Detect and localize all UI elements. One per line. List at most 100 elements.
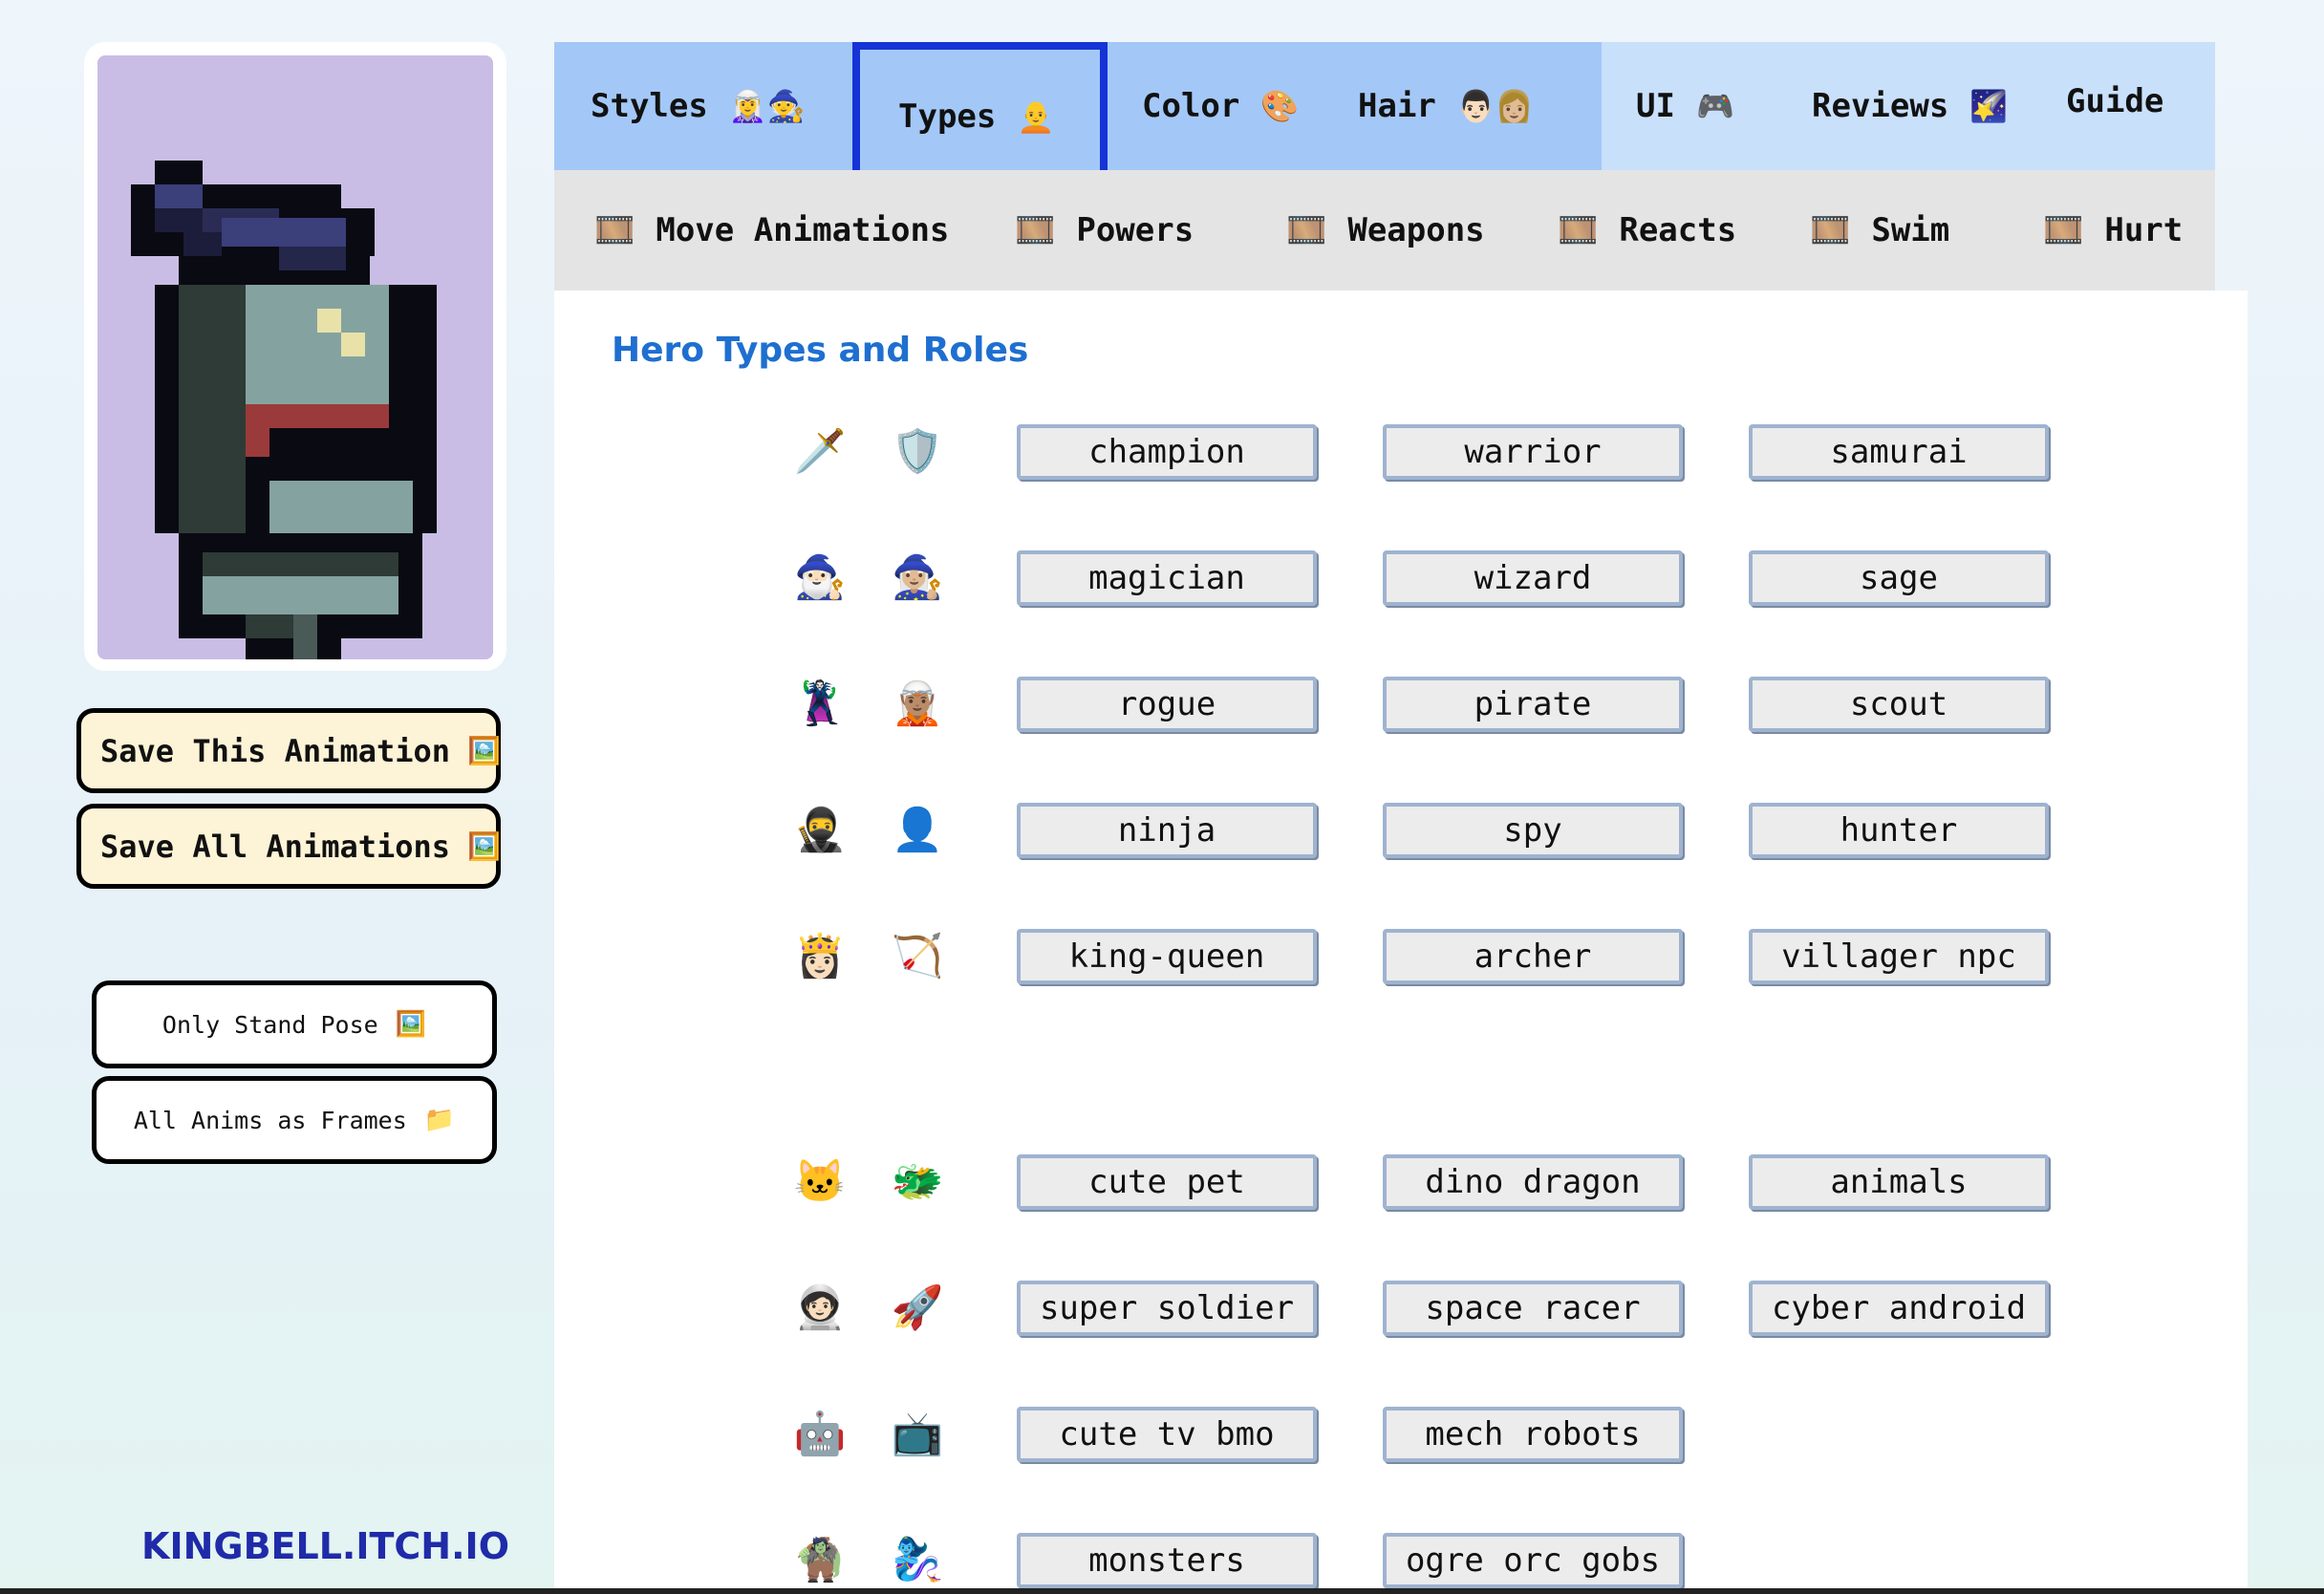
role-villager-npc-button[interactable]: villager npc [1749,929,2049,984]
film-frames-icon: 🎞️ [1286,211,1327,249]
elf-wizard-icon: 🧝‍♀️🧙 [728,88,806,124]
princess-icon: 👸🏻 [793,932,847,980]
role-king-queen-button[interactable]: king-queen [1017,929,1317,984]
tab-guide[interactable]: Guide [2032,42,2215,170]
subtab-reacts-label: Reacts [1619,211,1737,249]
robot-icon: 🤖 [793,1410,847,1458]
cat-icon: 🐱 [793,1157,847,1206]
rocket-icon: 🚀 [891,1283,944,1332]
tab-ui[interactable]: UI 🎮 [1602,42,1781,170]
subtab-powers-label: Powers [1076,211,1194,249]
shooting-star-icon: 🌠 [1969,88,2009,124]
subtab-swim-label: Swim [1871,211,1950,249]
tab-hair-label: Hair [1358,87,1436,125]
all-anims-as-frames-button[interactable]: All Anims as Frames 📁 [92,1076,497,1164]
ninja-icon: 🥷 [793,806,847,854]
picture-icon: 🖼️ [467,735,501,766]
save-all-animations-button[interactable]: Save All Animations 🖼️ [76,804,501,889]
folder-icon: 📁 [423,1106,456,1134]
hero-types-panel: Hero Types and Roles 🗡️ 🛡️ champion warr… [554,291,2248,1594]
tab-reviews[interactable]: Reviews 🌠 [1781,42,2032,170]
tab-color-label: Color [1142,87,1240,125]
role-rogue-button[interactable]: rogue [1017,677,1317,732]
film-frames-icon: 🎞️ [1810,211,1851,249]
role-hunter-button[interactable]: hunter [1749,803,2049,858]
subtab-weapons[interactable]: 🎞️ Weapons [1286,170,1485,291]
subtab-swim[interactable]: 🎞️ Swim [1810,170,1949,291]
only-stand-pose-label: Only Stand Pose [161,1010,378,1039]
save-all-animations-label: Save All Animations [100,828,451,865]
role-cyber-android-button[interactable]: cyber android [1749,1281,2049,1336]
role-ogre-orc-gobs-button[interactable]: ogre orc gobs [1383,1533,1683,1588]
person-icon: 🧑‍🦲 [1017,98,1056,135]
gamepad-icon: 🎮 [1695,88,1734,124]
role-archer-button[interactable]: archer [1383,929,1683,984]
role-monsters-button[interactable]: monsters [1017,1533,1317,1588]
role-ninja-button[interactable]: ninja [1017,803,1317,858]
subtab-move-animations-label: Move Animations [656,211,950,249]
main-tab-bar: Styles 🧝‍♀️🧙 Types 🧑‍🦲 Color 🎨 Hair 👨🏻👩🏼… [554,42,2215,170]
subtab-powers[interactable]: 🎞️ Powers [1015,170,1194,291]
film-frames-icon: 🎞️ [2043,211,2084,249]
sprite-preview-canvas [97,55,493,659]
film-frames-icon: 🎞️ [594,211,635,249]
role-cute-pet-button[interactable]: cute pet [1017,1154,1317,1210]
tab-types[interactable]: Types 🧑‍🦲 [852,42,1108,170]
animation-tab-bar: 🎞️ Move Animations 🎞️ Powers 🎞️ Weapons … [554,170,2215,291]
all-anims-as-frames-label: All Anims as Frames [133,1106,407,1134]
role-cute-tv-bmo-button[interactable]: cute tv bmo [1017,1407,1317,1462]
female-wizard-icon: 🧙🏼‍♀️ [891,553,944,602]
role-sage-button[interactable]: sage [1749,550,2049,606]
role-samurai-button[interactable]: samurai [1749,424,2049,480]
save-this-animation-button[interactable]: Save This Animation 🖼️ [76,708,501,793]
role-super-soldier-button[interactable]: super soldier [1017,1281,1317,1336]
villain-icon: 🦹 [793,679,847,728]
subtab-hurt-label: Hurt [2104,211,2184,249]
role-space-racer-button[interactable]: space racer [1383,1281,1683,1336]
only-stand-pose-button[interactable]: Only Stand Pose 🖼️ [92,980,497,1068]
sprite-preview-frame [84,42,506,671]
picture-icon: 🖼️ [467,830,501,862]
genie-icon: 🧞‍♀️ [891,1536,944,1584]
subtab-reacts[interactable]: 🎞️ Reacts [1558,170,1736,291]
role-animals-button[interactable]: animals [1749,1154,2049,1210]
role-pirate-button[interactable]: pirate [1383,677,1683,732]
tab-color[interactable]: Color 🎨 [1108,42,1329,170]
subtab-weapons-label: Weapons [1347,211,1485,249]
role-magician-button[interactable]: magician [1017,550,1317,606]
role-wizard-button[interactable]: wizard [1383,550,1683,606]
role-dino-dragon-button[interactable]: dino dragon [1383,1154,1683,1210]
film-frames-icon: 🎞️ [1558,211,1599,249]
tab-hair[interactable]: Hair 👨🏻👩🏼 [1329,42,1602,170]
silhouette-icon: 👤 [891,806,944,854]
tab-guide-label: Guide [2066,82,2164,120]
astronaut-icon: 🧑🏻‍🚀 [793,1283,847,1332]
television-icon: 📺 [891,1410,944,1458]
role-mech-robots-button[interactable]: mech robots [1383,1407,1683,1462]
subtab-move-animations[interactable]: 🎞️ Move Animations [594,170,949,291]
bow-and-arrow-icon: 🏹 [891,932,944,980]
dragon-icon: 🐲 [891,1157,944,1206]
section-title: Hero Types and Roles [612,331,1029,370]
role-spy-button[interactable]: spy [1383,803,1683,858]
palette-icon: 🎨 [1260,88,1300,124]
shield-icon: 🛡️ [891,427,944,476]
role-warrior-button[interactable]: warrior [1383,424,1683,480]
save-this-animation-label: Save This Animation [100,732,451,769]
male-wizard-icon: 🧙🏻‍♂️ [793,553,847,602]
subtab-hurt[interactable]: 🎞️ Hurt [2043,170,2183,291]
tab-types-label: Types [898,97,997,136]
site-link[interactable]: KINGBELL.ITCH.IO [141,1525,509,1567]
tab-ui-label: UI [1636,87,1675,125]
tab-styles[interactable]: Styles 🧝‍♀️🧙 [554,42,852,170]
troll-icon: 🧌 [793,1536,847,1584]
tab-styles-label: Styles [591,87,708,125]
picture-icon: 🖼️ [395,1010,427,1039]
elf-icon: 🧝🏽 [891,679,944,728]
film-frames-icon: 🎞️ [1015,211,1056,249]
role-champion-button[interactable]: champion [1017,424,1317,480]
tab-reviews-label: Reviews [1812,87,1949,125]
role-scout-button[interactable]: scout [1749,677,2049,732]
pixel-sprite-image [131,161,437,659]
dagger-icon: 🗡️ [793,427,847,476]
